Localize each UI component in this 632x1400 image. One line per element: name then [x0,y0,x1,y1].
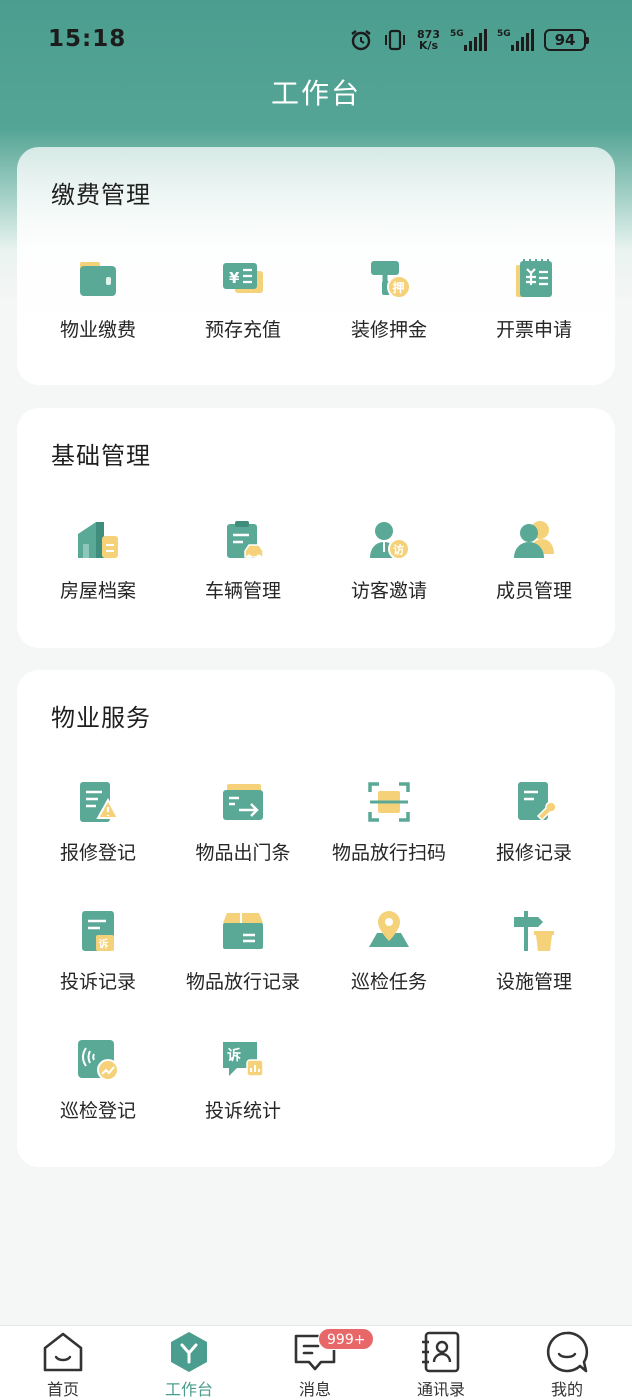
contacts-icon [422,1331,460,1373]
signal-icon-2: 5G [497,29,534,51]
visitor-glyph: 访 [393,543,404,557]
item-exit-pass-icon [223,784,263,820]
menu-item-repair-register[interactable]: 报修登记 [25,768,171,878]
prepaid-card-icon: ¥ [223,263,263,293]
menu-item-label: 开票申请 [495,319,572,341]
network-speed: 873 K/s [417,29,440,51]
menu-item-complaint-stats[interactable]: 诉 投诉统计 [170,1026,316,1136]
invoice-icon [516,259,552,297]
visitor-icon: 访 [370,522,410,560]
tab-profile[interactable]: 我的 [504,1326,630,1400]
patrol-register-icon [78,1040,119,1081]
menu-item-renovation-deposit[interactable]: 押 装修押金 [316,245,462,355]
deposit-glyph: 押 [393,280,405,295]
menu-item-label: 房屋档案 [59,580,136,602]
section-title: 基础管理 [51,442,151,470]
section-property-service: 物业服务 报修登记 物品出门条 物品放行扫码 报修记录 诉 投诉记录 物品放行记… [17,670,615,1167]
section-payment-management: 缴费管理 物业缴费 ¥ 预存充值 押 装修押金 开票申请 [17,147,615,385]
menu-item-invoice-request[interactable]: 开票申请 [461,245,607,355]
menu-item-label: 物品放行记录 [185,971,300,993]
tab-label: 工作台 [164,1380,213,1399]
section-basic-management: 基础管理 房屋档案 车辆管理 访 访客邀请 成员管理 [17,408,615,648]
bottom-tab-bar: 首页 工作台 999+ 消息 通讯录 我的 [0,1325,632,1400]
status-icons: 873 K/s 5G 5G 94 [349,26,589,54]
menu-item-label: 投诉记录 [59,971,136,993]
menu-item-patrol-task[interactable]: 巡检任务 [316,897,462,1007]
signal-2-label: 5G [497,29,511,39]
tab-label: 我的 [550,1380,583,1399]
complaint-stats-glyph: 诉 [227,1047,241,1064]
menu-item-member-management[interactable]: 成员管理 [461,506,607,616]
tab-messages[interactable]: 999+ 消息 [252,1326,378,1400]
complaint-stats-icon: 诉 [223,1042,264,1077]
repair-register-icon [80,782,120,822]
menu-item-label: 投诉统计 [204,1100,281,1122]
vehicle-clipboard-icon [227,521,264,560]
signal-icon: 5G [450,29,487,51]
message-count-badge: 999+ [318,1328,375,1350]
net-speed-unit: K/s [418,39,439,52]
menu-item-label: 物品出门条 [195,842,291,864]
menu-item-repair-record[interactable]: 报修记录 [461,768,607,878]
yen-glyph: ¥ [229,269,240,287]
scan-icon [368,782,410,822]
menu-item-label: 报修登记 [59,842,136,864]
paint-roller-deposit-icon: 押 [371,261,411,299]
complaint-glyph: 诉 [99,938,109,951]
menu-item-house-archive[interactable]: 房屋档案 [25,506,171,616]
alarm-icon [351,30,371,51]
complaint-record-icon: 诉 [82,911,114,951]
house-file-icon [78,522,118,558]
tab-home[interactable]: 首页 [0,1326,126,1400]
menu-item-label: 物业缴费 [59,319,136,341]
menu-item-item-release-scan[interactable]: 物品放行扫码 [316,768,462,878]
menu-item-patrol-register[interactable]: 巡检登记 [25,1026,171,1136]
workbench-icon [171,1332,207,1372]
tab-workbench[interactable]: 工作台 [126,1326,252,1400]
menu-item-label: 成员管理 [495,580,572,602]
vibrate-icon [385,29,406,51]
section-title: 物业服务 [51,704,151,732]
menu-item-label: 巡检任务 [350,971,427,993]
menu-item-label: 报修记录 [495,842,572,864]
menu-item-property-fee[interactable]: 物业缴费 [25,245,171,355]
menu-item-label: 预存充值 [204,319,281,341]
wallet-icon [80,262,116,296]
tab-label: 通讯录 [416,1380,465,1399]
menu-item-item-exit-pass[interactable]: 物品出门条 [170,768,316,878]
menu-item-label: 访客邀请 [350,580,427,602]
page-title: 工作台 [270,77,361,110]
menu-item-label: 设施管理 [495,971,572,993]
section-title: 缴费管理 [51,181,151,209]
menu-item-label: 车辆管理 [204,580,281,602]
tab-label: 首页 [46,1380,79,1399]
facility-signpost-icon [514,911,554,951]
menu-item-prepaid[interactable]: ¥ 预存充值 [170,245,316,355]
home-icon [43,1332,83,1372]
menu-item-label: 装修押金 [350,319,427,341]
tab-label: 消息 [298,1380,331,1399]
menu-item-item-release-record[interactable]: 物品放行记录 [170,897,316,1007]
menu-item-label: 物品放行扫码 [331,842,446,864]
menu-item-complaint-record[interactable]: 诉 投诉记录 [25,897,171,1007]
status-time: 15:18 [48,26,127,52]
menu-item-visitor-invite[interactable]: 访 访客邀请 [316,506,462,616]
patrol-task-map-icon [369,911,409,947]
menu-item-facility-management[interactable]: 设施管理 [461,897,607,1007]
signal-1-label: 5G [450,29,464,39]
repair-record-icon [518,782,556,822]
menu-item-vehicle-management[interactable]: 车辆管理 [170,506,316,616]
battery-icon: 94 [544,29,589,51]
release-record-box-icon [223,913,263,949]
tab-contacts[interactable]: 通讯录 [378,1326,504,1400]
status-bar: 15:18 873 K/s 5G 5G 94 [0,0,632,80]
profile-icon [546,1331,589,1373]
menu-item-label: 巡检登记 [59,1100,136,1122]
members-icon [514,521,554,558]
